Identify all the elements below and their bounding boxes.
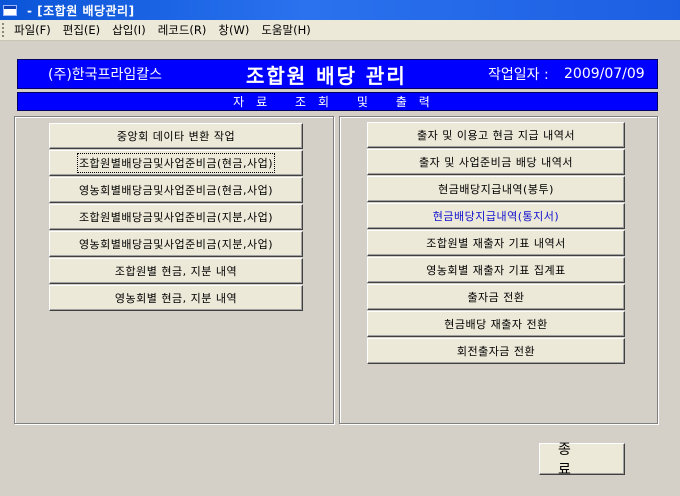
btn-label: 중앙회 데이타 변환 작업 — [116, 130, 236, 143]
right-panel: 출자 및 이용고 현금 지급 내역서 출자 및 사업준비금 배당 내역서 현금배… — [339, 116, 658, 424]
form-area: (주)한국프라임칼스 조합원 배당 관리 작업일자 : 2009/07/09 자… — [0, 42, 680, 496]
exit-button[interactable]: 종 료 — [539, 442, 625, 478]
btn-label: 현금배당지급내역(통지서) — [432, 210, 560, 223]
header-bar: (주)한국프라임칼스 조합원 배당 관리 작업일자 : 2009/07/09 — [17, 59, 658, 89]
menu-help[interactable]: 도움말(H) — [255, 22, 316, 38]
section-subtitle: 자료 조회 및 출력 — [17, 92, 658, 111]
btn-label: 조합원별배당금및사업준비금(현금,사업) — [76, 153, 276, 173]
company-name: (주)한국프라임칼스 — [48, 67, 162, 83]
menu-edit[interactable]: 편집(E) — [57, 22, 106, 38]
btn-label: 영농회별 현금, 지분 내역 — [114, 292, 238, 305]
btn-member-cash-share-detail[interactable]: 조합원별 현금, 지분 내역 — [49, 258, 303, 284]
btn-label: 영농회별배당금및사업준비금(현금,사업) — [78, 184, 274, 197]
window-title: - [조합원 배당관리] — [27, 3, 135, 18]
btn-label: 조합원별 재출자 기표 내역서 — [426, 237, 566, 250]
btn-farmgroup-cash-share-detail[interactable]: 영농회별 현금, 지분 내역 — [49, 285, 303, 311]
app-icon[interactable] — [3, 4, 17, 16]
btn-investment-convert[interactable]: 출자금 전환 — [367, 284, 625, 310]
btn-cash-dividend-reinvest[interactable]: 현금배당 재출자 전환 — [367, 311, 625, 337]
date-value: 2009/07/09 — [564, 66, 645, 82]
menu-record[interactable]: 레코드(R) — [152, 22, 213, 38]
menu-bar: 파일(F) 편집(E) 삽입(I) 레코드(R) 창(W) 도움말(H) — [0, 20, 680, 41]
btn-label: 출자 및 사업준비금 배당 내역서 — [418, 156, 574, 169]
btn-label: 영농회별 재출자 기표 집계표 — [426, 264, 566, 277]
menu-insert[interactable]: 삽입(I) — [106, 22, 152, 38]
btn-label: 조합원별배당금및사업준비금(지분,사업) — [78, 211, 274, 224]
btn-farmgroup-dividend-cash[interactable]: 영농회별배당금및사업준비금(현금,사업) — [49, 177, 303, 203]
left-panel: 중앙회 데이타 변환 작업 조합원별배당금및사업준비금(현금,사업) 영농회별배… — [14, 116, 334, 424]
btn-cash-dividend-notice[interactable]: 현금배당지급내역(통지서) — [367, 203, 625, 229]
menu-file[interactable]: 파일(F) — [8, 22, 57, 38]
btn-member-dividend-share[interactable]: 조합원별배당금및사업준비금(지분,사업) — [49, 204, 303, 230]
btn-label: 조합원별 현금, 지분 내역 — [114, 265, 238, 278]
title-bar: - [조합원 배당관리] — [0, 0, 680, 20]
btn-label: 현금배당 재출자 전환 — [444, 318, 548, 331]
btn-revolving-investment-convert[interactable]: 회전출자금 전환 — [367, 338, 625, 364]
btn-label: 출자금 전환 — [467, 291, 525, 304]
date-label: 작업일자 : — [488, 67, 549, 83]
page-title: 조합원 배당 관리 — [246, 63, 407, 88]
btn-label: 현금배당지급내역(봉투) — [438, 183, 554, 196]
btn-farmgroup-dividend-share[interactable]: 영농회별배당금및사업준비금(지분,사업) — [49, 231, 303, 257]
btn-member-dividend-cash[interactable]: 조합원별배당금및사업준비금(현금,사업) — [49, 150, 303, 176]
btn-farmgroup-reinvest-summary[interactable]: 영농회별 재출자 기표 집계표 — [367, 257, 625, 283]
menu-window[interactable]: 창(W) — [212, 22, 255, 38]
btn-investment-cash-payment[interactable]: 출자 및 이용고 현금 지급 내역서 — [367, 122, 625, 148]
btn-label: 회전출자금 전환 — [456, 345, 536, 358]
btn-label: 영농회별배당금및사업준비금(지분,사업) — [78, 238, 274, 251]
btn-investment-reserve-dividend[interactable]: 출자 및 사업준비금 배당 내역서 — [367, 149, 625, 175]
btn-cash-dividend-envelope[interactable]: 현금배당지급내역(봉투) — [367, 176, 625, 202]
btn-central-data-convert[interactable]: 중앙회 데이타 변환 작업 — [49, 123, 303, 149]
btn-member-reinvest-voucher[interactable]: 조합원별 재출자 기표 내역서 — [367, 230, 625, 256]
btn-label: 출자 및 이용고 현금 지급 내역서 — [416, 129, 576, 142]
